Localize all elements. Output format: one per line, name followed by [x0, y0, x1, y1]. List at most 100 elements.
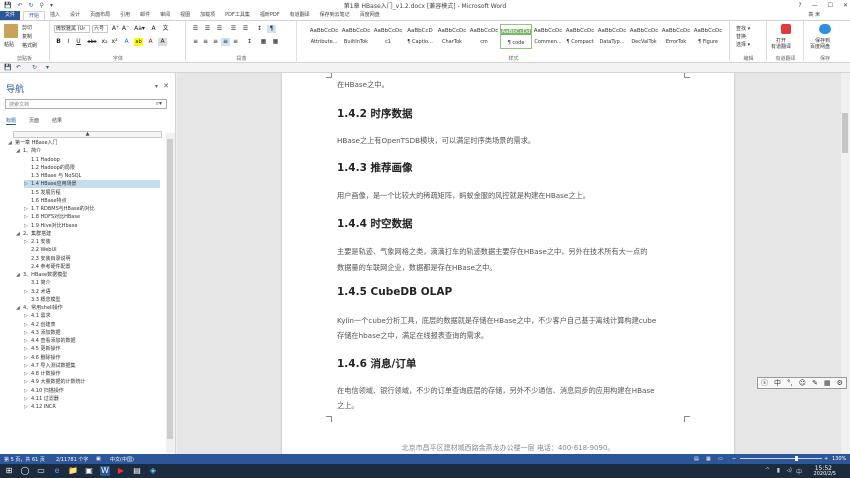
nav-heading-item[interactable]: ▷ 4.12 INCR — [24, 403, 160, 411]
word-count[interactable]: 2/11781 个字 — [56, 456, 88, 463]
clock-date[interactable]: 2020/2/5 — [814, 471, 836, 477]
section-heading[interactable]: 1.4.3 推荐画像 — [337, 160, 413, 175]
nav-heading-item[interactable]: ▷ 4.5 更新操作 — [24, 345, 160, 353]
distribute-button[interactable]: ≡ — [231, 38, 240, 46]
ime-settings-icon[interactable]: ⚙ — [837, 379, 843, 387]
subscript-button[interactable]: x₂ — [100, 38, 109, 46]
doc-scroll-thumb[interactable] — [842, 113, 848, 153]
nav-heading-item[interactable]: 1.6 HBase特点 — [24, 197, 160, 205]
collapsed-arrow-icon[interactable]: ▷ — [24, 213, 31, 221]
tab-design[interactable]: 设计 — [65, 11, 85, 20]
nav-heading-item[interactable]: ◢ 第一章 HBase入门 — [8, 139, 160, 147]
tab-insert[interactable]: 插入 — [45, 11, 65, 20]
nav-heading-item[interactable]: 1.1 Hadoop — [24, 156, 160, 164]
body-paragraph[interactable]: 在HBase之中。 — [337, 80, 389, 90]
nav-heading-item[interactable]: ▷ 2.1 安装 — [24, 238, 160, 246]
battery-icon[interactable]: ▮ — [777, 467, 780, 474]
cut-button[interactable]: 剪切 — [22, 24, 32, 31]
collapsed-arrow-icon[interactable]: ▷ — [24, 288, 31, 296]
proofing-icon[interactable]: ▣ — [96, 456, 101, 462]
zoom-in-icon[interactable]: + — [824, 456, 828, 462]
nav-collapse-button[interactable]: ▲ — [13, 131, 162, 138]
app-icon[interactable]: ◈ — [148, 466, 158, 476]
nav-search-input[interactable]: 搜索文档 ⌕▾ — [5, 99, 167, 109]
help-button[interactable]: ? — [798, 2, 801, 9]
style-item[interactable]: AaBbCcDc Attribute... — [308, 24, 340, 49]
tray-expand-icon[interactable]: ^ — [765, 467, 770, 474]
tab-youdao[interactable]: 有道翻译 — [285, 11, 315, 20]
nav-options-icon[interactable]: ▾ — [155, 83, 158, 90]
tab-pdf-tools[interactable]: PDF工具集 — [220, 11, 255, 20]
style-item[interactable]: AaBbCcDc DecValTok — [628, 24, 660, 49]
tab-mailings[interactable]: 邮件 — [135, 11, 155, 20]
collapsed-arrow-icon[interactable]: ▷ — [24, 354, 31, 362]
nav-heading-item[interactable]: ◢ 1、简介 — [16, 147, 160, 155]
superscript-button[interactable]: x² — [110, 38, 119, 46]
collapsed-arrow-icon[interactable]: ▷ — [24, 395, 31, 403]
word-icon[interactable]: W — [100, 466, 110, 476]
multilevel-list-button[interactable]: ☰ — [215, 25, 224, 33]
copy-button[interactable]: 复制 — [22, 33, 32, 40]
redo-icon[interactable]: ↻ — [32, 64, 37, 71]
style-item[interactable]: AaBbCcDc ErrorTok — [660, 24, 692, 49]
borders-button[interactable]: ▦ — [271, 38, 280, 46]
ime-mode-button[interactable]: 中 — [774, 378, 781, 388]
nav-heading-item[interactable]: ▷ 4.3 添加数据 — [24, 329, 160, 337]
nav-heading-item[interactable]: ▷ 4.9 大量数据的计数统计 — [24, 378, 160, 386]
body-paragraph[interactable]: HBase之上有OpenTSDB模块，可以满足时序类场景的需求。 — [337, 136, 535, 146]
ime-logo-icon[interactable]: ⓢ — [761, 378, 768, 388]
phonetic-guide-button[interactable]: 文 — [161, 25, 170, 33]
font-color-button[interactable]: A — [146, 38, 155, 46]
nav-heading-item[interactable]: ▷ 1.7 RDBMS与HBase的对比 — [24, 205, 160, 213]
baidu-cloud-icon[interactable] — [819, 24, 831, 34]
web-layout-icon[interactable]: ▭ — [718, 456, 723, 462]
style-item[interactable]: AaBbCcD ¶ Captio... — [404, 24, 436, 49]
align-center-button[interactable]: ≡ — [201, 38, 210, 46]
nav-heading-item[interactable]: ▷ 4.6 删除操作 — [24, 354, 160, 362]
clear-format-button[interactable]: A — [149, 25, 158, 33]
zoom-slider[interactable] — [740, 458, 822, 459]
find-button[interactable]: 查找 ▾ — [736, 25, 750, 32]
style-item-selected[interactable]: AaBbCcDd ¶ code — [500, 24, 532, 49]
tab-addins[interactable]: 加载项 — [195, 11, 220, 20]
style-item[interactable]: AaBbCcDc c1 — [372, 24, 404, 49]
decrease-indent-button[interactable]: ☰ — [229, 25, 238, 33]
tab-references[interactable]: 引用 — [115, 11, 135, 20]
zoom-level[interactable]: 130% — [832, 456, 846, 462]
zoom-slider-thumb[interactable] — [795, 456, 798, 461]
collapsed-arrow-icon[interactable]: ▷ — [24, 370, 31, 378]
tab-file[interactable]: 文件 — [0, 11, 21, 20]
youdao-icon[interactable] — [781, 24, 791, 34]
section-heading[interactable]: 1.4.2 时序数据 — [337, 106, 413, 121]
page-count[interactable]: 第 5 页，共 61 页 — [4, 456, 45, 463]
char-shading-button[interactable]: A — [158, 38, 167, 46]
search-icon[interactable]: ◯ — [20, 466, 30, 476]
select-button[interactable]: 选择 ▾ — [736, 41, 750, 48]
customize-qat-icon[interactable]: ▾ — [46, 64, 49, 71]
nav-heading-item[interactable]: ◢ 4、常用shell操作 — [16, 304, 160, 312]
collapsed-arrow-icon[interactable]: ▷ — [24, 403, 31, 411]
nav-heading-item[interactable]: 1.5 发展历程 — [24, 189, 160, 197]
undo-icon[interactable]: ↶ — [16, 64, 21, 71]
app-icon[interactable]: ▣ — [84, 466, 94, 476]
tab-baidu-pan[interactable]: 百度网盘 — [355, 11, 385, 20]
grow-font-button[interactable]: A⁺ — [111, 25, 120, 33]
collapsed-arrow-icon[interactable]: ▷ — [24, 337, 31, 345]
collapsed-arrow-icon[interactable]: ▷ — [24, 345, 31, 353]
nav-heading-item[interactable]: 3.3 概念模型 — [24, 296, 160, 304]
paste-icon[interactable] — [4, 24, 18, 38]
nav-heading-item[interactable]: ▷ 3.2 术语 — [24, 288, 160, 296]
tab-home[interactable]: 开始 — [23, 11, 46, 20]
user-name[interactable]: 高 米 — [808, 11, 820, 20]
collapsed-arrow-icon[interactable]: ▷ — [24, 205, 31, 213]
collapsed-arrow-icon[interactable]: ▷ — [24, 238, 31, 246]
nav-heading-item[interactable]: 2.4 参考硬件配置 — [24, 263, 160, 271]
expanded-arrow-icon[interactable]: ◢ — [16, 271, 23, 279]
nav-heading-item[interactable]: ▷ 1.4 HBase应用场景 — [24, 180, 160, 189]
read-mode-icon[interactable]: ▤ — [694, 456, 699, 462]
sort-button[interactable]: ↕ — [255, 25, 264, 33]
print-layout-icon[interactable]: ▦ — [706, 456, 711, 462]
body-paragraph[interactable]: 存储在hbase之中，满足在线报表查询的需求。 — [337, 331, 488, 341]
search-icon[interactable]: ⌕▾ — [156, 100, 162, 108]
nav-heading-item[interactable]: ▷ 1.8 HDFS对比HBase — [24, 213, 160, 221]
